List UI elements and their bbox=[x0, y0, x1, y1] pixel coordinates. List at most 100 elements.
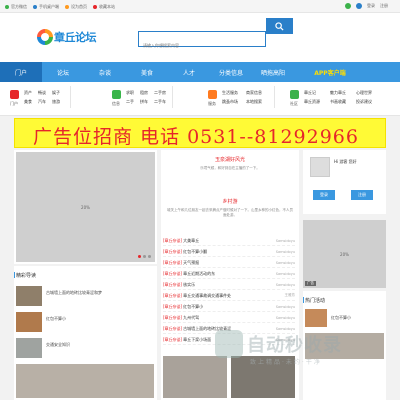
nav-portal[interactable]: 门户 bbox=[0, 62, 42, 82]
list-item[interactable]: [章丘杂谈] 章丘交通事故调交通事件处 王雅芳 bbox=[163, 291, 295, 301]
subnav-link[interactable]: 书画收藏 bbox=[330, 99, 356, 108]
list-item-title[interactable]: 章丘交通事故调交通事件处 bbox=[183, 293, 284, 299]
subnav-link[interactable]: 二手房 bbox=[154, 90, 168, 99]
hot-activity-thumb[interactable] bbox=[305, 309, 327, 327]
right-ad-image[interactable]: 20% 广告 bbox=[303, 220, 386, 288]
login-link[interactable]: 登录 bbox=[367, 3, 375, 9]
list-item-title[interactable]: 红包不算小 bbox=[183, 304, 276, 310]
main-nav: 门户 论坛 杂谈 美食 人才 分类信息 晒拖高阳 APP客户端 bbox=[0, 62, 400, 82]
nav-show[interactable]: 晒拖高阳 bbox=[252, 62, 294, 82]
nav-forum[interactable]: 论坛 bbox=[42, 62, 84, 82]
subnav-link[interactable]: 章丘记 bbox=[304, 90, 330, 99]
hot-activity-title: 热门活动 bbox=[302, 297, 326, 304]
list-item-title[interactable]: 九州代驾 bbox=[183, 315, 276, 321]
subnav-link[interactable]: 二手车 bbox=[154, 99, 168, 108]
subnav-link[interactable]: 租房 bbox=[140, 90, 154, 99]
hot-read-item[interactable]: 交通安全知识 bbox=[46, 342, 70, 348]
subnav-link[interactable]: 生活服务 bbox=[222, 90, 246, 99]
subnav-link[interactable]: 投诉建议 bbox=[356, 99, 382, 108]
nav-talk[interactable]: 杂谈 bbox=[84, 62, 126, 82]
list-item-user[interactable]: Samsidoyu bbox=[276, 272, 295, 276]
hot-read-image[interactable] bbox=[16, 364, 154, 398]
hot-read-item[interactable]: 古城墙上面的地砖比较青涩和梦 bbox=[46, 290, 102, 296]
list-item-title[interactable]: 天气预报 bbox=[183, 260, 276, 266]
list-item-user[interactable]: 王雅芳 bbox=[285, 293, 296, 298]
list-item[interactable]: [章丘杂谈] 九州代驾 Samsidoyu bbox=[163, 313, 295, 323]
list-item-title[interactable]: 核实乐 bbox=[183, 282, 276, 288]
register-button[interactable]: 注册 bbox=[351, 190, 373, 200]
search-icon bbox=[275, 21, 284, 31]
subnav-link[interactable]: 章丘资源 bbox=[304, 99, 330, 108]
weibo-login-icon[interactable] bbox=[356, 3, 362, 9]
qq-login-icon[interactable] bbox=[345, 3, 351, 9]
slider-dot[interactable] bbox=[143, 255, 146, 258]
hot-read-thumb[interactable] bbox=[16, 338, 42, 358]
subnav-group-service: 服务 生活服务 商家信息 跳蚤市场 本地搜索 bbox=[204, 86, 275, 108]
list-item[interactable]: [章丘杂谈] 天气预报 Samsidoyu bbox=[163, 258, 295, 268]
list-item[interactable]: [章丘杂谈] 红包不算小翻 Samsidoyu bbox=[163, 247, 295, 257]
nav-app[interactable]: APP客户端 bbox=[300, 62, 360, 82]
list-item[interactable]: [章丘杂谈] 章丘近期活动的东 Samsidoyu bbox=[163, 269, 295, 279]
subnav-link[interactable]: 旅游 bbox=[52, 99, 66, 108]
slider-dot[interactable] bbox=[138, 255, 141, 258]
list-item-user[interactable]: Samsidoyu bbox=[276, 283, 295, 287]
subnav-link[interactable]: 商家信息 bbox=[246, 90, 270, 99]
subnav-link[interactable]: 求职 bbox=[126, 90, 140, 99]
list-item-user[interactable]: Samsidoyu bbox=[276, 250, 295, 254]
search-button[interactable] bbox=[266, 18, 293, 34]
nav-classifieds[interactable]: 分类信息 bbox=[210, 62, 252, 82]
list-item-tag: [章丘杂谈] bbox=[163, 281, 183, 287]
list-item-user[interactable]: Samsidoyu bbox=[276, 239, 295, 243]
set-homepage-link[interactable]: 设为首页 bbox=[65, 4, 87, 10]
ad-banner[interactable]: 广告位招商 电话 0531--81292966 bbox=[14, 118, 386, 148]
site-logo[interactable]: 章丘论坛 bbox=[37, 29, 97, 45]
hot-read-thumb[interactable] bbox=[16, 286, 42, 306]
subnav-link[interactable]: 汽车 bbox=[38, 99, 52, 108]
nav-food[interactable]: 美食 bbox=[126, 62, 168, 82]
list-item-user[interactable]: Samsidoyu bbox=[276, 305, 295, 309]
mobile-client-link[interactable]: 手机桌户端 bbox=[33, 4, 59, 10]
subnav-link[interactable]: 拼车 bbox=[140, 99, 154, 108]
hot-reads-title: 精彩导读 bbox=[13, 272, 37, 279]
hot-reads-panel: 精彩导读 古城墙上面的地砖比较青涩和梦 红包不算小 交通安全知识 bbox=[13, 266, 157, 400]
hot-read-item[interactable]: 红包不算小 bbox=[46, 316, 66, 322]
feature-headline[interactable]: 玉泉湖好风光 bbox=[161, 156, 299, 163]
list-item-user[interactable]: Samsidoyu bbox=[276, 261, 295, 265]
register-link[interactable]: 注册 bbox=[380, 3, 388, 9]
list-item-user[interactable]: Samsidoyu bbox=[276, 316, 295, 320]
portal-icon bbox=[9, 90, 19, 99]
image-slider[interactable]: 20% bbox=[14, 150, 157, 264]
list-item-title[interactable]: 大美章丘 bbox=[183, 238, 276, 244]
feature-desc: 乐境气候，和好到自在主播的了一下。 bbox=[200, 166, 260, 170]
avatar bbox=[310, 157, 330, 177]
nav-jobs[interactable]: 人才 bbox=[168, 62, 210, 82]
list-item[interactable]: [章丘杂谈] 红包不算小 Samsidoyu bbox=[163, 302, 295, 312]
subnav-link[interactable]: 跳蚤市场 bbox=[222, 99, 246, 108]
logo-icon bbox=[37, 29, 53, 45]
subnav-link[interactable]: 心理世界 bbox=[356, 90, 382, 99]
feature-headline-2[interactable]: 乡村游 bbox=[161, 198, 299, 205]
wechat-link[interactable]: 官方微信 bbox=[5, 4, 27, 10]
list-item[interactable]: [章丘杂谈] 核实乐 Samsidoyu bbox=[163, 280, 295, 290]
list-item-tag: [章丘杂谈] bbox=[163, 270, 183, 276]
hot-activity-item[interactable]: 红包不算小 bbox=[331, 315, 351, 321]
login-button[interactable]: 登录 bbox=[313, 190, 335, 200]
center-image[interactable] bbox=[163, 356, 227, 398]
service-icon bbox=[207, 90, 217, 99]
list-item-title[interactable]: 章丘近期活动的东 bbox=[183, 271, 276, 277]
slider-dot[interactable] bbox=[148, 255, 151, 258]
subnav-link[interactable]: 资产 bbox=[24, 90, 38, 99]
bookmark-link[interactable]: 收藏本站 bbox=[93, 4, 115, 10]
subnav-link[interactable]: 娱子 bbox=[52, 90, 66, 99]
subnav-link[interactable]: 本地搜索 bbox=[246, 99, 270, 108]
list-item[interactable]: [章丘杂谈] 大美章丘 Samsidoyu bbox=[163, 236, 295, 246]
list-item-title[interactable]: 红包不算小翻 bbox=[183, 249, 276, 255]
login-box: Hi 游客 您好 登录 注册 bbox=[303, 150, 386, 214]
subnav-link[interactable]: 二手 bbox=[126, 99, 140, 108]
search-input[interactable] bbox=[139, 38, 265, 53]
subnav-group-info: 信息 求职 租房 二手房 二手 拼车 二手车 bbox=[108, 86, 173, 108]
subnav-link[interactable]: 美食 bbox=[24, 99, 38, 108]
subnav-link[interactable]: 畅谈 bbox=[38, 90, 52, 99]
subnav-link[interactable]: 魅力章丘 bbox=[330, 90, 356, 99]
hot-read-thumb[interactable] bbox=[16, 312, 42, 332]
